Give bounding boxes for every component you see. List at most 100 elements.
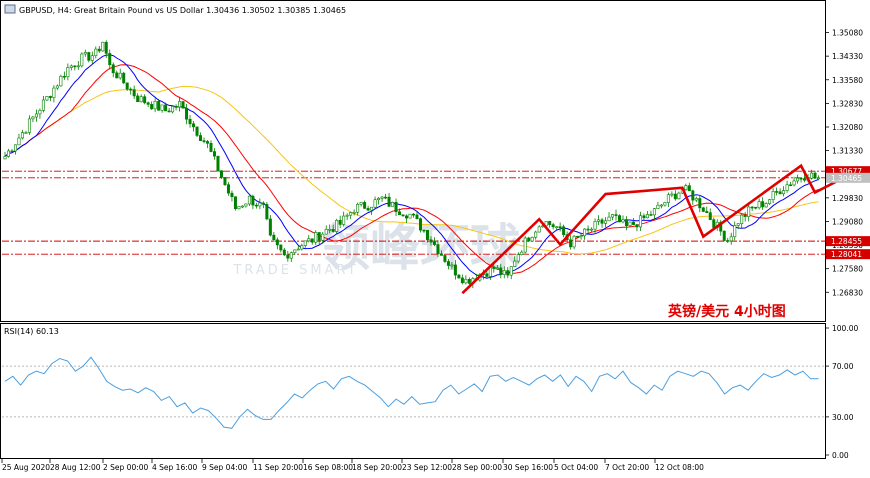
candle-body [485, 273, 489, 277]
candle-body [132, 89, 136, 97]
candle-body [338, 219, 342, 225]
candle-body [48, 96, 52, 98]
candle-body [537, 226, 541, 233]
candle-body [624, 219, 628, 226]
candle-body [387, 196, 391, 207]
candle-body [303, 240, 307, 246]
rsi-tick-label: 100.00 [832, 324, 858, 333]
candle-body [708, 212, 712, 220]
candle-body [453, 264, 457, 276]
candle-body [380, 196, 384, 199]
candle-body [415, 214, 419, 220]
candle-body [583, 228, 587, 237]
candle-body [31, 116, 35, 120]
candle-body [3, 156, 7, 160]
candle-body [750, 206, 754, 209]
candle-body [733, 225, 737, 238]
time-tick-label: 18 Sep 20:00 [352, 463, 402, 472]
candle-body [548, 221, 552, 225]
candle-body [310, 238, 314, 243]
candle-body [778, 191, 782, 195]
candle-body [206, 141, 210, 144]
header-symbol: GBPUSD, H4: Great Britain Pound vs US Do… [19, 6, 346, 15]
candle-body [38, 110, 42, 115]
candle-body [621, 219, 625, 223]
candle-body [136, 95, 140, 103]
candle-body [740, 214, 744, 224]
candle-body [576, 235, 580, 238]
candle-body [726, 240, 730, 242]
time-tick-label: 25 Aug 2020 [2, 463, 50, 472]
candle-body [153, 101, 157, 110]
rsi-label: RSI(14) 60.13 [4, 327, 59, 336]
price-tick-label: 1.34330 [832, 52, 863, 61]
candle-body [244, 203, 248, 207]
candle-body [628, 221, 632, 226]
candle-body [129, 88, 133, 91]
time-tick-label: 7 Oct 20:00 [605, 463, 649, 472]
candle-body [785, 184, 789, 191]
candle-body [240, 205, 244, 208]
chart-header: GBPUSD, H4: Great Britain Pound vs US Do… [4, 4, 346, 15]
candle-body [73, 65, 77, 68]
candle-body [216, 155, 220, 172]
candle-body [611, 214, 615, 218]
candle-body [705, 211, 709, 213]
price-tick-label: 1.31330 [832, 147, 863, 156]
candle-body [300, 245, 304, 250]
candle-body [268, 218, 272, 236]
candle-body [418, 218, 422, 231]
candle-body [782, 190, 786, 195]
candle-body [328, 229, 332, 231]
candle-body [13, 144, 17, 152]
candle-body [352, 211, 356, 214]
candle-body [600, 219, 604, 224]
price-tick-label: 1.29830 [832, 194, 863, 203]
time-tick-label: 9 Sep 04:00 [202, 463, 248, 472]
symbol-icon[interactable] [4, 4, 16, 14]
candle-body [17, 137, 21, 146]
candle-body [579, 235, 583, 238]
candle-body [122, 72, 126, 84]
candle-body [150, 104, 154, 110]
candle-body [513, 260, 517, 267]
candle-body [97, 48, 101, 52]
time-tick-label: 28 Aug 12:00 [50, 463, 101, 472]
candle-body [803, 178, 807, 181]
candle-body [195, 126, 199, 136]
candle-body [94, 48, 98, 57]
candle-body [230, 192, 234, 198]
candle-body [810, 172, 814, 179]
candle-body [775, 191, 779, 193]
candle-body [171, 106, 175, 113]
candle-body [59, 75, 63, 87]
candle-body [164, 104, 168, 112]
candle-body [506, 270, 510, 276]
price-tick-label: 1.33580 [832, 76, 863, 85]
rsi-tick-label: 0.00 [832, 451, 849, 460]
candle-body [408, 213, 412, 219]
candle-body [324, 229, 328, 235]
rsi-tick-label: 70.00 [832, 362, 854, 371]
candle-body [666, 194, 670, 203]
candle-body [237, 206, 241, 210]
candle-body [10, 150, 14, 153]
time-tick-label: 5 Oct 04:00 [554, 463, 598, 472]
candle-body [331, 229, 335, 232]
candle-body [712, 219, 716, 228]
candle-body [492, 266, 496, 269]
candle-body [569, 239, 573, 248]
candle-body [356, 204, 360, 213]
candle-body [192, 123, 196, 128]
candle-body [272, 234, 276, 241]
candle-body [384, 196, 388, 199]
header-ohlc: 1.30436 1.30502 1.30385 1.30465 [206, 6, 346, 15]
candle-body [530, 236, 534, 242]
candle-body [143, 96, 147, 104]
candle-body [411, 213, 415, 216]
candle-body [562, 226, 566, 235]
candle-body [20, 132, 24, 139]
candle-body [698, 198, 702, 209]
candle-body [282, 249, 286, 256]
candle-body [366, 208, 370, 211]
